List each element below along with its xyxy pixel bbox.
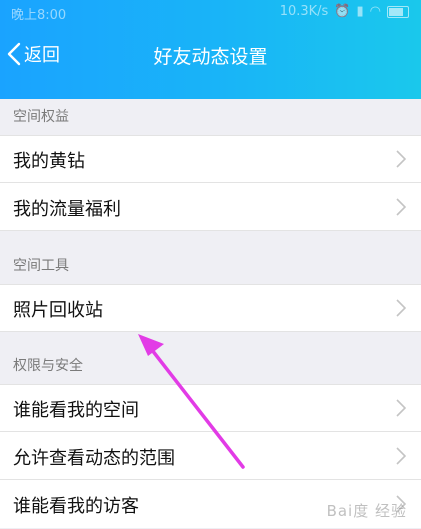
wifi-icon: ◠: [369, 4, 381, 19]
list-item-label: 谁能看我的空间: [13, 400, 139, 421]
list-item-label: 照片回收站: [13, 300, 103, 321]
list-item-who-can-view-space[interactable]: 谁能看我的空间: [0, 384, 421, 432]
chevron-right-icon: [396, 198, 406, 216]
list-item-traffic-benefits[interactable]: 我的流量福利: [0, 183, 421, 231]
status-bar: 晚上8:00 10.3K/s ⏰ ▮ ◠: [0, 0, 421, 24]
status-time: 晚上8:00: [11, 8, 67, 23]
section-header-benefits: 空间权益: [0, 99, 421, 135]
section-title: 空间工具: [13, 258, 69, 274]
chevron-right-icon: [396, 150, 406, 168]
watermark: Bai度 经验: [326, 502, 407, 520]
signal-icon: ▮: [356, 4, 364, 19]
list-item-label: 我的黄钻: [13, 151, 85, 172]
alarm-icon: ⏰: [334, 4, 351, 19]
list-item-label: 谁能看我的访客: [13, 496, 139, 517]
section-header-privacy: 权限与安全: [0, 348, 421, 384]
section-header-tools: 空间工具: [0, 248, 421, 284]
status-right: 10.3K/s ⏰ ▮ ◠: [280, 4, 409, 19]
battery-icon: [387, 5, 409, 18]
chevron-right-icon: [396, 299, 406, 317]
list-item-label: 我的流量福利: [13, 199, 121, 220]
top-app-bar: 晚上8:00 10.3K/s ⏰ ▮ ◠ 返回 好友动态设置: [0, 0, 421, 99]
section-title: 空间权益: [13, 109, 69, 125]
section-title: 权限与安全: [13, 358, 83, 374]
list-item-label: 允许查看动态的范围: [13, 448, 175, 469]
list-item-feed-visibility-range[interactable]: 允许查看动态的范围: [0, 432, 421, 480]
page-title: 好友动态设置: [153, 46, 268, 68]
chevron-right-icon: [396, 447, 406, 465]
list-item-yellow-diamond[interactable]: 我的黄钻: [0, 135, 421, 183]
chevron-right-icon: [396, 399, 406, 417]
network-speed: 10.3K/s: [279, 4, 329, 19]
list-item-photo-recycle-bin[interactable]: 照片回收站: [0, 284, 421, 332]
